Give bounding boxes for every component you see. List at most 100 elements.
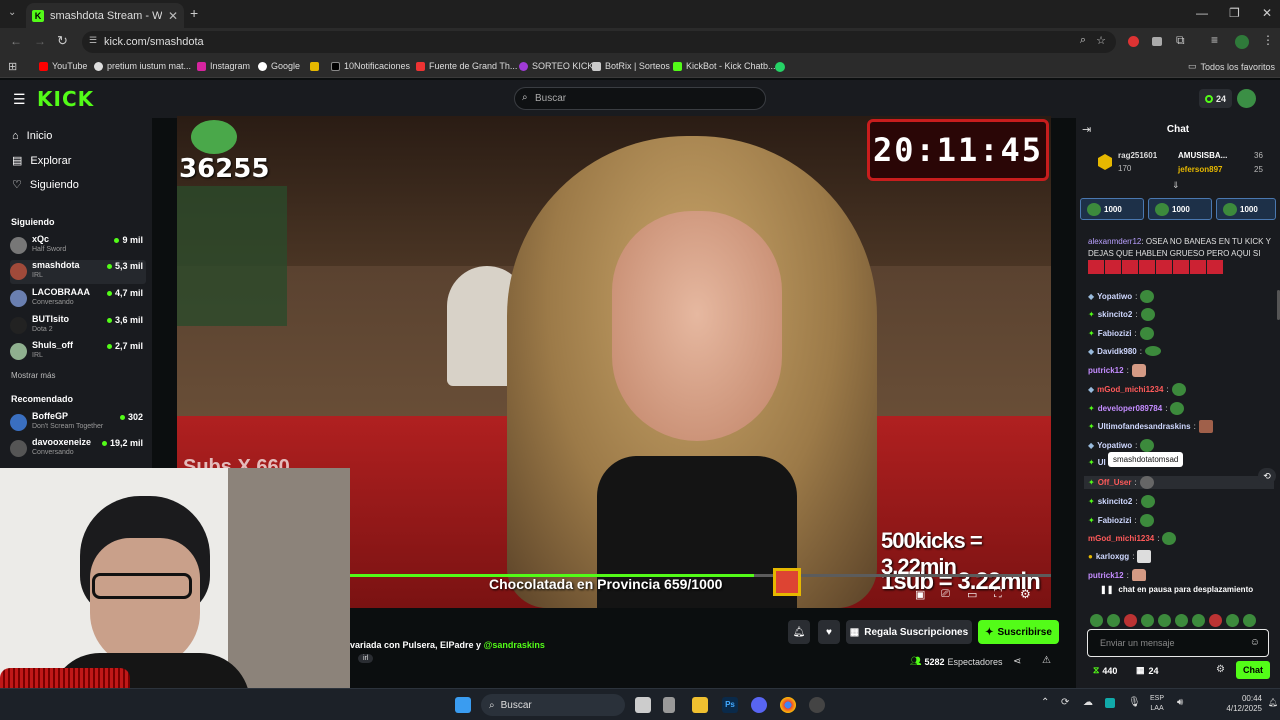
show-more-link[interactable]: Mostrar más bbox=[11, 371, 55, 380]
app-icon-2[interactable] bbox=[809, 697, 825, 713]
nav-browse[interactable]: ▤ Explorar bbox=[12, 154, 71, 168]
chrome-icon[interactable] bbox=[780, 697, 796, 713]
hamburger-menu-icon[interactable]: ☰ bbox=[13, 91, 26, 108]
chat-input[interactable]: Enviar un mensaje ☺ bbox=[1087, 629, 1269, 657]
leader-name[interactable]: jeferson897 bbox=[1178, 165, 1222, 174]
user-avatar[interactable] bbox=[1237, 89, 1256, 108]
chat-username[interactable]: Davidk980 bbox=[1097, 347, 1137, 356]
chat-username[interactable]: mGod_michi1234 bbox=[1097, 385, 1163, 394]
channel-item[interactable]: BUTIsito Dota 2 3,6 mil bbox=[10, 314, 146, 338]
pinned-gift[interactable]: 1000 bbox=[1216, 198, 1276, 220]
emote-icon[interactable] bbox=[1090, 614, 1103, 627]
tray-icon[interactable]: ⟳ bbox=[1061, 697, 1069, 708]
tray-chevron-icon[interactable]: ⌃ bbox=[1041, 697, 1049, 708]
browser-tab[interactable]: K smashdota Stream - Watch Live ✕ bbox=[26, 3, 184, 28]
emoji-picker-icon[interactable]: ☺ bbox=[1250, 637, 1260, 648]
channel-item[interactable]: Shuls_off IRL 2,7 mil bbox=[10, 340, 146, 364]
pinned-gift[interactable]: 1000 bbox=[1080, 198, 1144, 220]
emote-icon[interactable] bbox=[1209, 614, 1222, 627]
all-bookmarks-folder[interactable]: ▭ Todos los favoritos bbox=[1188, 61, 1275, 72]
emote-icon[interactable] bbox=[1192, 614, 1205, 627]
site-info-icon[interactable]: ☰ bbox=[89, 35, 97, 46]
pinned-gift[interactable]: 1000 bbox=[1148, 198, 1212, 220]
discord-icon[interactable] bbox=[751, 697, 767, 713]
bookmark-youtube[interactable]: YouTube bbox=[39, 61, 87, 71]
language-indicator[interactable]: ESP LAA bbox=[1150, 694, 1164, 714]
nav-home[interactable]: ⌂ Inicio bbox=[12, 130, 52, 142]
volume-icon[interactable]: 🔊︎ bbox=[1177, 697, 1183, 708]
zoom-icon[interactable]: ⌕ bbox=[1080, 34, 1086, 47]
tag-chip[interactable]: irl bbox=[358, 654, 374, 663]
settings-gear-icon[interactable]: ⚙ bbox=[1020, 587, 1031, 601]
close-tab-icon[interactable]: ✕ bbox=[168, 9, 178, 23]
points-badge[interactable]: 24 bbox=[1199, 89, 1232, 108]
forward-icon[interactable]: → bbox=[34, 34, 46, 48]
bookmark-colorful-icon[interactable] bbox=[310, 62, 319, 71]
photoshop-icon[interactable]: Ps bbox=[722, 697, 738, 713]
tray-app-icon[interactable] bbox=[1105, 698, 1115, 708]
bookmark-botrix[interactable]: BotRix | Sorteos bbox=[592, 61, 670, 71]
emote-icon[interactable] bbox=[1175, 614, 1188, 627]
search-input[interactable]: ⌕ Buscar bbox=[514, 87, 766, 110]
stream-title-mention[interactable]: @sandraskins bbox=[484, 640, 545, 650]
new-tab-button[interactable]: + bbox=[190, 5, 198, 21]
microphone-icon[interactable]: 🎙︎ bbox=[1128, 697, 1141, 708]
emote-icon[interactable] bbox=[1124, 614, 1137, 627]
maximize-button[interactable]: ❐ bbox=[1229, 6, 1240, 20]
reload-icon[interactable]: ↻ bbox=[57, 33, 68, 49]
nav-following[interactable]: ♡ Siguiendo bbox=[12, 178, 79, 192]
gift-subs-button[interactable]: ▦ Regala Suscripciones bbox=[846, 620, 972, 644]
kick-logo[interactable]: KICK bbox=[37, 87, 94, 111]
chat-username[interactable]: Yopatiwo bbox=[1097, 292, 1132, 301]
cloud-icon[interactable]: ☁ bbox=[1083, 697, 1093, 708]
pip-icon[interactable]: ▣ bbox=[915, 588, 925, 601]
channel-item[interactable]: BoffeGP Don't Scream Together 302 bbox=[10, 411, 146, 435]
chat-username[interactable]: Ul bbox=[1098, 458, 1106, 467]
browser-menu-icon[interactable]: ⋮ bbox=[1262, 33, 1274, 47]
leader-name[interactable]: AMUSISBA... bbox=[1178, 151, 1227, 160]
chat-username[interactable]: putrick12 bbox=[1088, 571, 1124, 580]
back-icon[interactable]: ← bbox=[10, 34, 22, 48]
channel-item[interactable]: xQc Half Sword 9 mil bbox=[10, 234, 146, 258]
profile-avatar[interactable] bbox=[1235, 35, 1249, 49]
expand-leaderboard-icon[interactable]: ⇓ bbox=[1172, 180, 1180, 191]
clip-icon[interactable]: ⎚ bbox=[941, 588, 950, 601]
chat-username[interactable]: karloxgg bbox=[1096, 552, 1129, 561]
extension-icon[interactable] bbox=[1128, 36, 1139, 47]
chat-username[interactable]: putrick12 bbox=[1088, 366, 1124, 375]
scroll-to-bottom-icon[interactable]: ⟲ bbox=[1258, 468, 1276, 484]
bookmark-star-icon[interactable]: ☆ bbox=[1096, 34, 1106, 47]
bookmark-instagram[interactable]: Instagram bbox=[197, 61, 250, 71]
chat-points[interactable]: ⧖ 440 bbox=[1093, 665, 1117, 676]
extension-icon-2[interactable] bbox=[1152, 37, 1162, 46]
chat-paused-banner[interactable]: ❚❚ chat en pausa para desplazamiento bbox=[1086, 581, 1270, 597]
bookmark-notificaciones[interactable]: 10Notificaciones bbox=[331, 61, 410, 71]
chat-username[interactable]: Yopatiwo bbox=[1097, 441, 1132, 450]
chat-username[interactable]: Fabiozizi bbox=[1098, 516, 1132, 525]
chat-username[interactable]: skincito2 bbox=[1098, 310, 1133, 319]
report-icon[interactable]: ⚠ bbox=[1042, 655, 1051, 666]
chat-username[interactable]: mGod_michi1234 bbox=[1088, 534, 1154, 543]
chat-username[interactable]: developer089784 bbox=[1098, 404, 1163, 413]
task-view-icon[interactable] bbox=[635, 697, 651, 713]
emote-icon[interactable] bbox=[1226, 614, 1239, 627]
leader-name[interactable]: rag251601 bbox=[1118, 151, 1157, 160]
follow-heart-button[interactable]: ♥ bbox=[818, 620, 840, 644]
fullscreen-icon[interactable]: ⛶ bbox=[994, 588, 1002, 601]
apps-grid-icon[interactable]: ⊞ bbox=[8, 60, 17, 73]
emote-icon[interactable] bbox=[1141, 614, 1154, 627]
bookmark-gta-font[interactable]: Fuente de Grand Th... bbox=[416, 61, 517, 71]
reading-list-icon[interactable]: ≡ bbox=[1211, 33, 1218, 47]
channel-item[interactable]: davooxeneize Conversando 19,2 mil bbox=[10, 437, 146, 461]
theater-mode-icon[interactable]: ▭ bbox=[967, 588, 977, 601]
bookmark-pretium[interactable]: pretium iustum mat... bbox=[94, 61, 191, 71]
channel-item-active[interactable]: smashdota IRL 5,3 mil bbox=[10, 260, 146, 284]
chat-username[interactable]: alexanmderr12 bbox=[1088, 237, 1141, 246]
minimize-button[interactable]: — bbox=[1196, 6, 1208, 20]
bookmark-kickbot[interactable]: KickBot - Kick Chatb... bbox=[673, 61, 776, 71]
extensions-puzzle-icon[interactable]: ⧉ bbox=[1176, 33, 1185, 48]
subscribe-button[interactable]: ✦ Suscribirse bbox=[978, 620, 1059, 644]
app-icon[interactable] bbox=[663, 697, 675, 713]
emote-icon[interactable] bbox=[1243, 614, 1256, 627]
chat-username[interactable]: Fabiozizi bbox=[1098, 329, 1132, 338]
